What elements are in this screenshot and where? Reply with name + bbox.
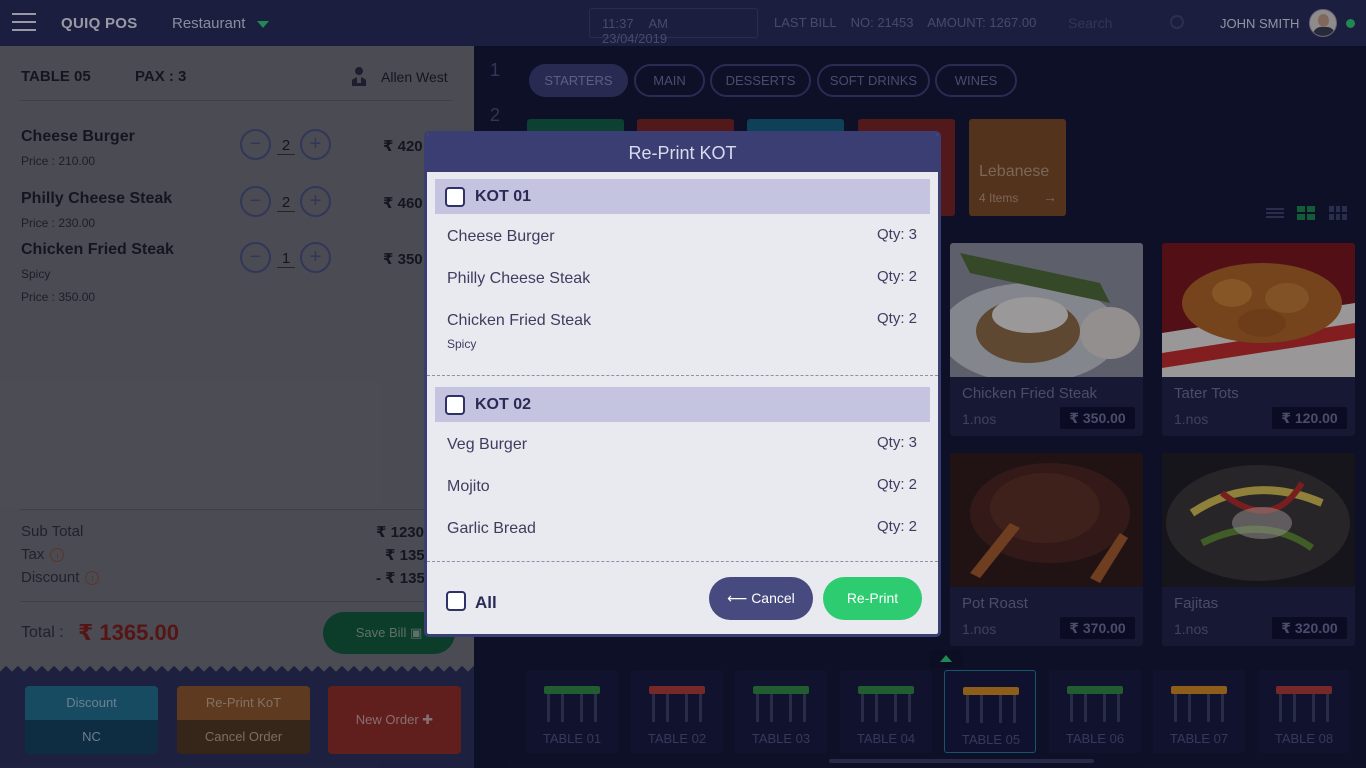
select-all-checkbox[interactable]: [446, 591, 466, 611]
dialog-title: Re-Print KOT: [427, 134, 938, 172]
kot-item-name: Veg Burger: [447, 436, 528, 453]
reprint-kot-dialog: Re-Print KOT KOT 01 Cheese Burger Qty: 3…: [424, 131, 941, 637]
kot-item-name: Chicken Fried Steak: [447, 312, 592, 329]
kot-item-qty: Qty: 2: [876, 310, 917, 327]
kot-checkbox[interactable]: [445, 395, 465, 415]
kot-item-qty: Qty: 3: [876, 434, 917, 451]
kot-checkbox[interactable]: [445, 187, 465, 207]
divider: [427, 375, 938, 376]
kot-group-header[interactable]: KOT 01: [435, 179, 930, 214]
select-all-label: All: [475, 593, 497, 612]
kot-item-name: Cheese Burger: [447, 228, 555, 245]
kot-item-name: Philly Cheese Steak: [447, 270, 591, 287]
cancel-button[interactable]: ⟵ Cancel: [709, 577, 813, 620]
reprint-button[interactable]: Re-Print: [823, 577, 922, 620]
kot-label: KOT 01: [475, 188, 532, 205]
kot-item-name: Mojito: [447, 478, 490, 495]
kot-group-header[interactable]: KOT 02: [435, 387, 930, 422]
kot-item-qty: Qty: 2: [876, 476, 917, 493]
kot-label: KOT 02: [475, 396, 532, 413]
kot-item-qty: Qty: 2: [876, 518, 917, 535]
kot-item-qty: Qty: 3: [876, 226, 917, 243]
kot-item-name: Garlic Bread: [447, 520, 536, 537]
kot-item-qty: Qty: 2: [876, 268, 917, 285]
arrow-left-icon: ⟵: [727, 590, 748, 606]
divider: [427, 561, 938, 562]
kot-item-note: Spicy: [447, 337, 477, 351]
